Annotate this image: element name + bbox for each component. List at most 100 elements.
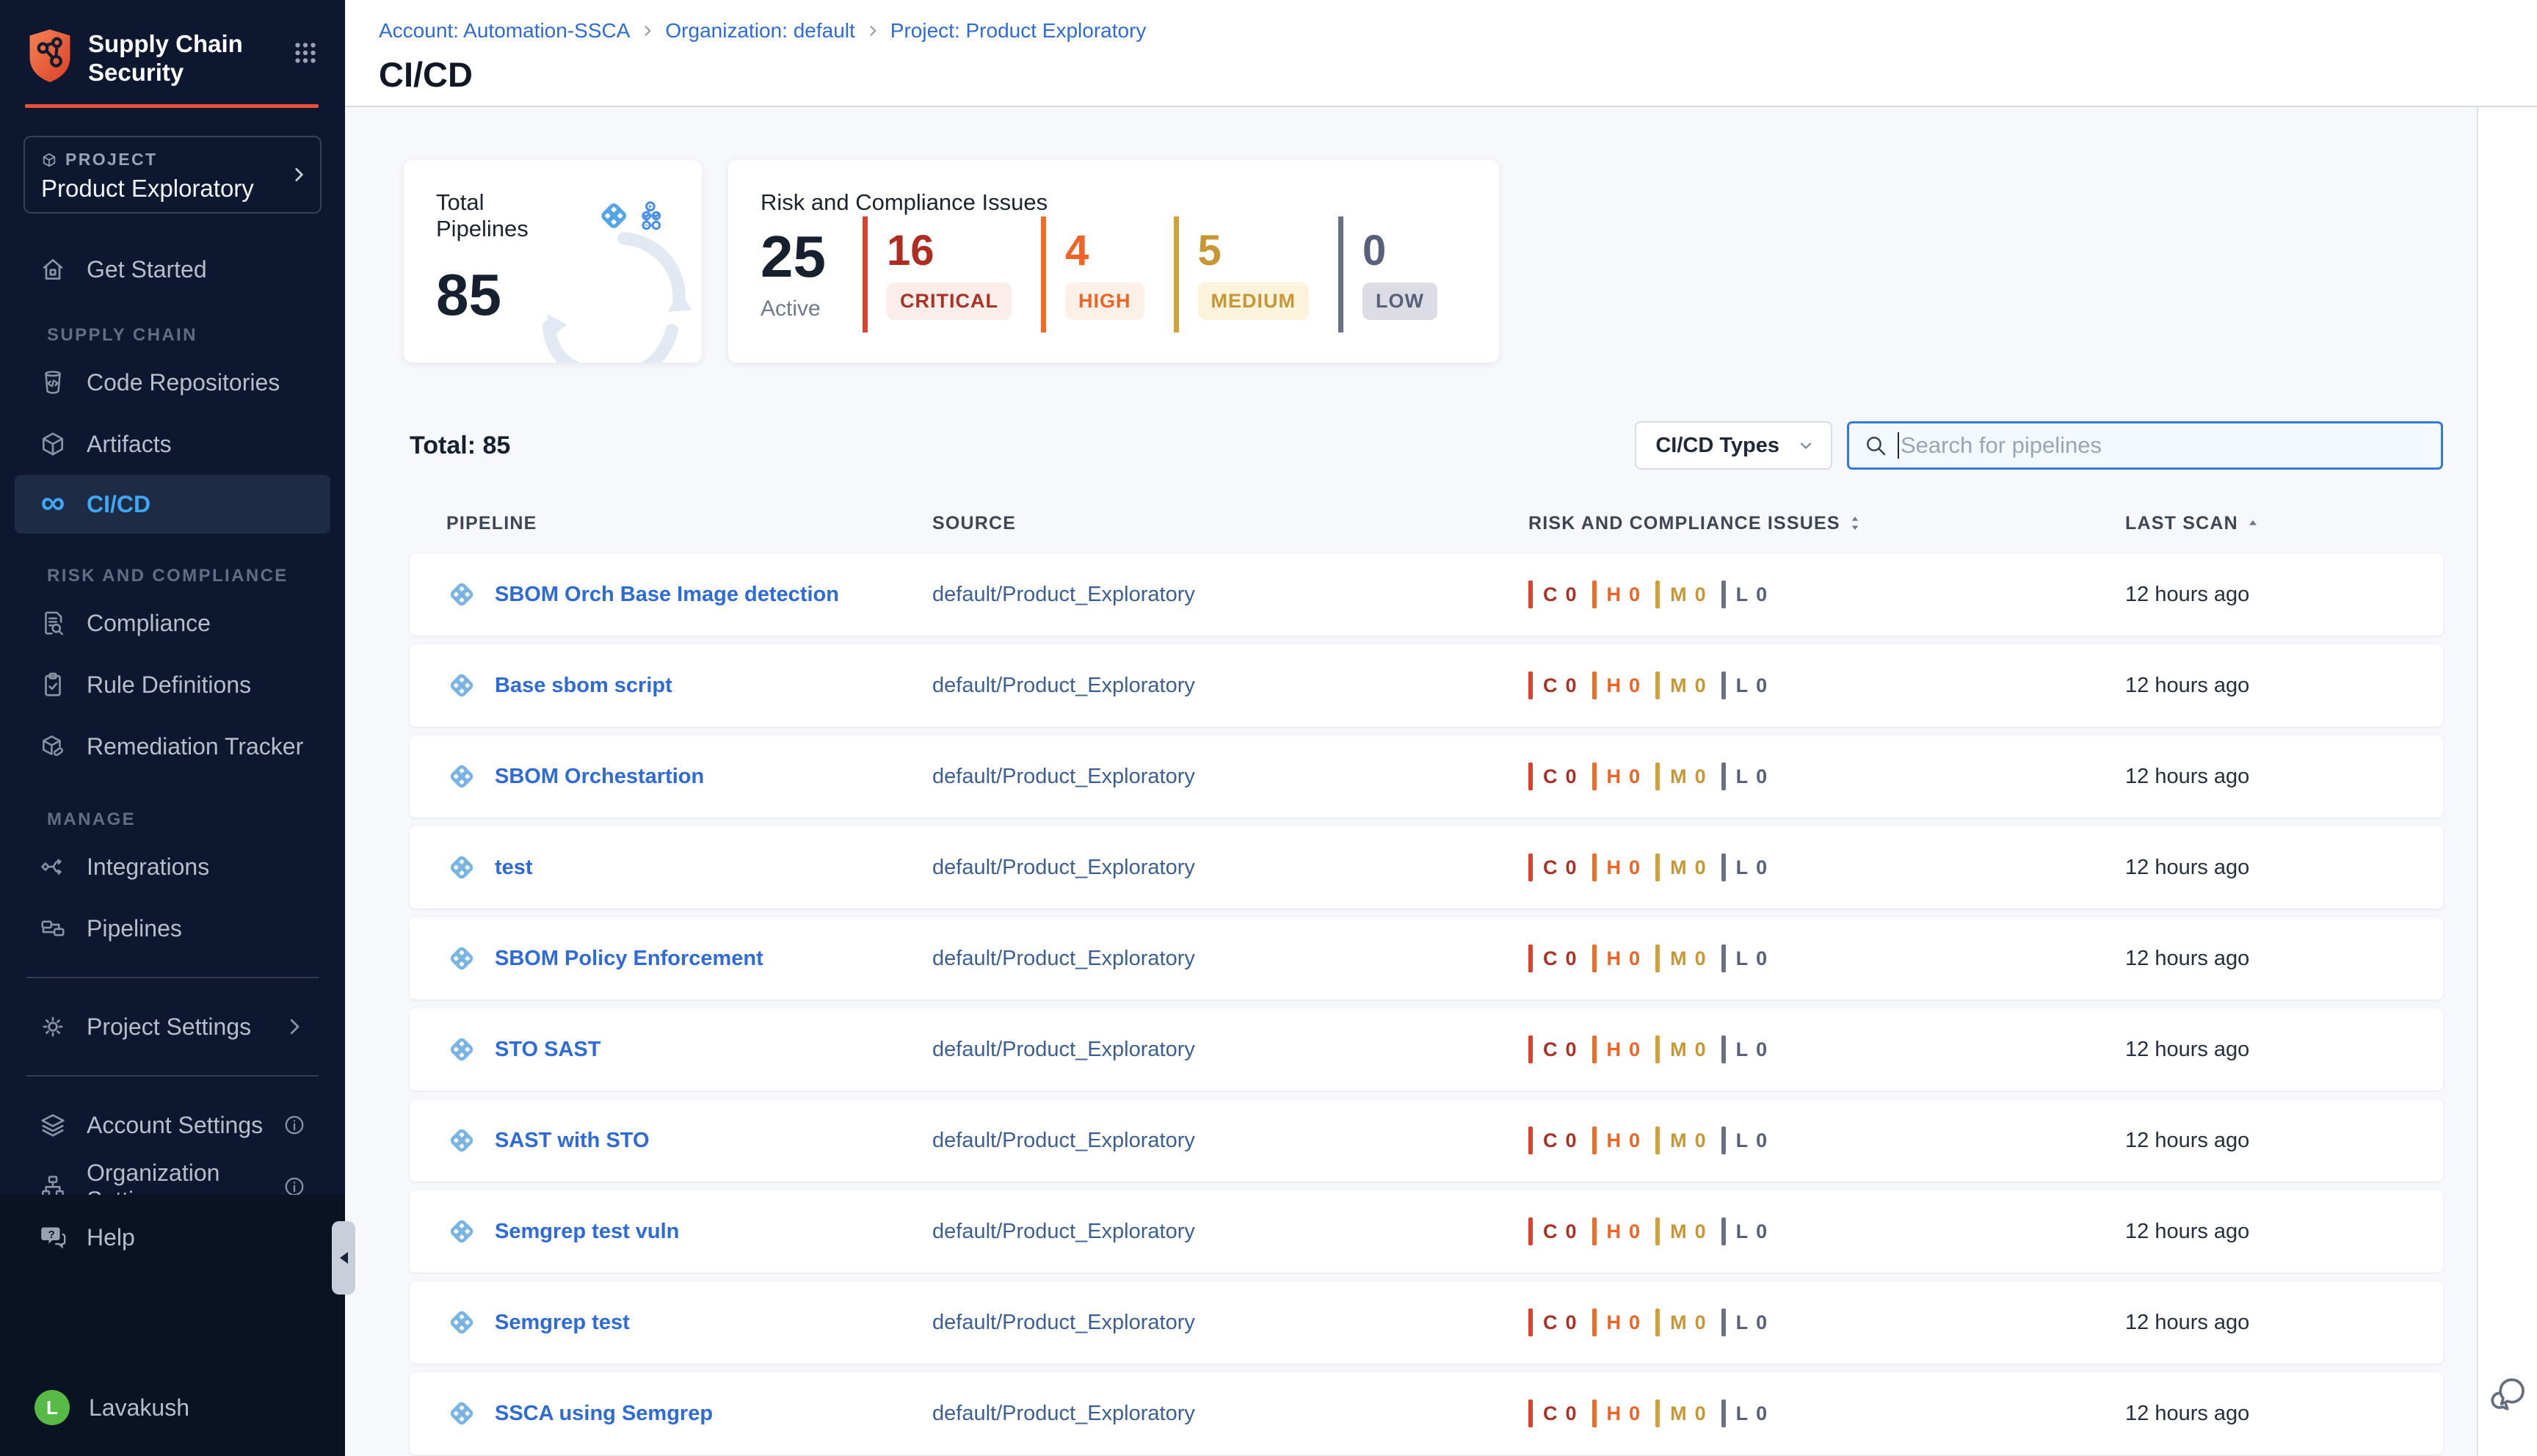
pipeline-diamond-icon [446, 761, 477, 792]
table-row[interactable]: SBOM Orch Base Image detectiondefault/Pr… [410, 553, 2443, 636]
column-header-risk[interactable]: RISK AND COMPLIANCE ISSUES [1520, 513, 2118, 534]
pipeline-source: default/Product_Exploratory [925, 1311, 1520, 1335]
sidebar-item-get-started[interactable]: Get Started [0, 239, 345, 300]
risk-badges: C0H0M0L0 [1520, 762, 2118, 790]
risk-count-critical: C0 [1528, 1399, 1578, 1427]
critical-bar [1528, 671, 1533, 699]
medium-bar [1655, 580, 1660, 608]
risk-count-low: L0 [1721, 1126, 1768, 1154]
risk-count-high: H0 [1592, 580, 1641, 608]
cicd-types-dropdown[interactable]: CI/CD Types [1635, 421, 1832, 470]
column-header-pipeline[interactable]: PIPELINE [410, 513, 925, 534]
search-input[interactable] [1901, 432, 2426, 459]
critical-count: 16 [887, 230, 1012, 272]
risk-badges: C0H0M0L0 [1520, 1126, 2118, 1154]
risk-count-critical: C0 [1528, 944, 1578, 972]
column-header-last-scan[interactable]: LAST SCAN [2118, 513, 2443, 534]
pipeline-name-link[interactable]: SAST with STO [495, 1129, 650, 1153]
low-bar [1721, 671, 1726, 699]
risk-badges: C0H0M0L0 [1520, 580, 2118, 608]
pipeline-name-link[interactable]: SBOM Policy Enforcement [495, 947, 763, 971]
column-header-source[interactable]: SOURCE [925, 513, 1520, 534]
sidebar-item-remediation-tracker[interactable]: Remediation Tracker [0, 716, 345, 777]
last-scan-value: 12 hours ago [2118, 674, 2443, 698]
risk-count-medium: M0 [1655, 671, 1707, 699]
last-scan-value: 12 hours ago [2118, 947, 2443, 971]
active-issues-value: 25 [761, 228, 863, 286]
sidebar-item-project-settings[interactable]: Project Settings [0, 996, 345, 1058]
project-cube-icon [41, 152, 57, 168]
pipeline-name-link[interactable]: SBOM Orchestartion [495, 765, 704, 789]
pipeline-name-link[interactable]: Semgrep test [495, 1311, 630, 1335]
sidebar-item-label: Remediation Tracker [87, 733, 303, 760]
risk-count-medium: M0 [1655, 1126, 1707, 1154]
info-icon[interactable] [283, 1114, 305, 1136]
pipeline-name-link[interactable]: SBOM Orch Base Image detection [495, 583, 839, 607]
sidebar-item-cicd[interactable]: ∞ CI/CD [15, 475, 330, 534]
pipeline-diamond-icon [446, 852, 477, 883]
table-row[interactable]: Semgrep testdefault/Product_ExploratoryC… [410, 1281, 2443, 1364]
high-count: 4 [1065, 230, 1144, 272]
chat-bubbles-icon[interactable] [2487, 1374, 2528, 1415]
pipeline-cell: test [410, 852, 925, 883]
risk-count-medium: M0 [1655, 1308, 1707, 1336]
table-row[interactable]: SSCA using Semgrepdefault/Product_Explor… [410, 1372, 2443, 1455]
sidebar-item-artifacts[interactable]: Artifacts [0, 413, 345, 475]
sidebar-item-label: CI/CD [87, 491, 150, 518]
sidebar-item-pipelines[interactable]: Pipelines [0, 898, 345, 959]
nav-divider [26, 1075, 319, 1077]
chevron-right-icon [865, 23, 880, 38]
pipeline-cell: Base sbom script [410, 670, 925, 701]
help-button[interactable]: ? Help [0, 1206, 345, 1268]
low-bar [1721, 762, 1726, 790]
sidebar-item-rule-definitions[interactable]: Rule Definitions [0, 654, 345, 716]
pipelines-nodes-icon [38, 914, 68, 943]
risk-count-high: H0 [1592, 671, 1641, 699]
table-row[interactable]: SBOM Orchestartiondefault/Product_Explor… [410, 735, 2443, 818]
sidebar-item-code-repositories[interactable]: Code Repositories [0, 352, 345, 413]
sidebar-item-label: Account Settings [87, 1112, 263, 1139]
high-bar [1592, 762, 1597, 790]
table-row[interactable]: SAST with STOdefault/Product_Exploratory… [410, 1099, 2443, 1182]
app-switcher-grid-icon[interactable] [292, 40, 319, 66]
sidebar-item-integrations[interactable]: Integrations [0, 836, 345, 898]
risk-badges: C0H0M0L0 [1520, 853, 2118, 881]
project-selector[interactable]: PROJECT Product Exploratory [23, 136, 322, 214]
supply-chain-security-logo-icon [25, 28, 75, 84]
sidebar: Supply Chain Security PROJECT Product Ex… [0, 0, 345, 1456]
table-row[interactable]: SBOM Policy Enforcementdefault/Product_E… [410, 917, 2443, 1000]
sidebar-item-account-settings[interactable]: Account Settings [0, 1094, 345, 1156]
severity-medium: 5 MEDIUM [1174, 216, 1310, 332]
last-scan-value: 12 hours ago [2118, 765, 2443, 789]
pipeline-name-link[interactable]: Semgrep test vuln [495, 1220, 679, 1244]
pipeline-name-link[interactable]: SSCA using Semgrep [495, 1402, 713, 1426]
risk-badges: C0H0M0L0 [1520, 944, 2118, 972]
risk-count-medium: M0 [1655, 1217, 1707, 1245]
search-icon [1864, 434, 1887, 457]
last-scan-value: 12 hours ago [2118, 1220, 2443, 1244]
pipeline-name-link[interactable]: STO SAST [495, 1038, 601, 1062]
critical-bar [1528, 762, 1533, 790]
risk-count-high: H0 [1592, 1399, 1641, 1427]
high-bar [1592, 1217, 1597, 1245]
table-row[interactable]: Semgrep test vulndefault/Product_Explora… [410, 1190, 2443, 1273]
help-label: Help [87, 1224, 135, 1251]
low-bar [1721, 580, 1726, 608]
pipeline-name-link[interactable]: Base sbom script [495, 674, 672, 698]
content-area: Total Pipelines [345, 107, 2478, 1456]
user-menu[interactable]: L Lavakush [0, 1377, 345, 1438]
table-row[interactable]: testdefault/Product_ExploratoryC0H0M0L01… [410, 826, 2443, 909]
high-bar [1592, 580, 1597, 608]
pipeline-source: default/Product_Exploratory [925, 856, 1520, 880]
table-row[interactable]: Base sbom scriptdefault/Product_Explorat… [410, 644, 2443, 727]
breadcrumb-organization-link[interactable]: Organization: default [665, 19, 854, 43]
table-row[interactable]: STO SASTdefault/Product_ExploratoryC0H0M… [410, 1008, 2443, 1091]
sidebar-item-compliance[interactable]: Compliance [0, 592, 345, 654]
breadcrumb-project-link[interactable]: Project: Product Exploratory [890, 19, 1147, 43]
sidebar-item-label: Get Started [87, 256, 207, 283]
critical-badge: CRITICAL [887, 283, 1012, 320]
risk-count-medium: M0 [1655, 1399, 1707, 1427]
pipeline-name-link[interactable]: test [495, 856, 533, 880]
breadcrumb-account-link[interactable]: Account: Automation-SSCA [379, 19, 630, 43]
sidebar-collapse-handle[interactable] [332, 1221, 355, 1295]
